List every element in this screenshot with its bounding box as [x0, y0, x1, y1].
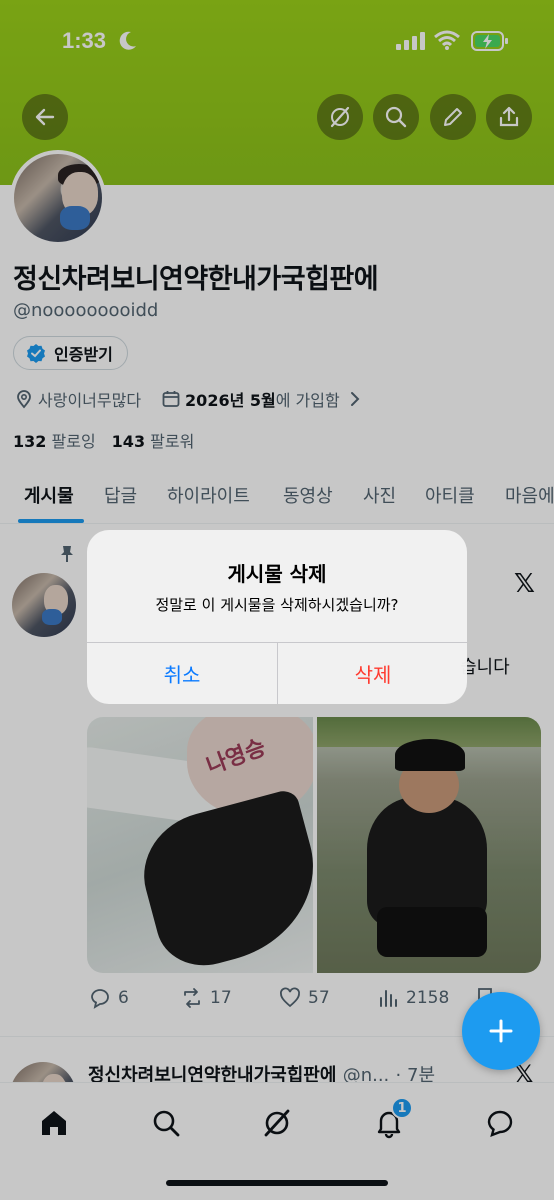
cancel-button[interactable]: 취소: [87, 642, 277, 704]
dialog-message: 정말로 이 게시물을 삭제하시겠습니까?: [155, 596, 399, 614]
compose-button[interactable]: [462, 992, 540, 1070]
dialog-title: 게시물 삭제: [227, 562, 327, 586]
delete-button[interactable]: 삭제: [278, 642, 467, 704]
plus-icon: [489, 1019, 513, 1043]
delete-post-dialog: 게시물 삭제 정말로 이 게시물을 삭제하시겠습니까? 취소 삭제: [87, 530, 467, 704]
